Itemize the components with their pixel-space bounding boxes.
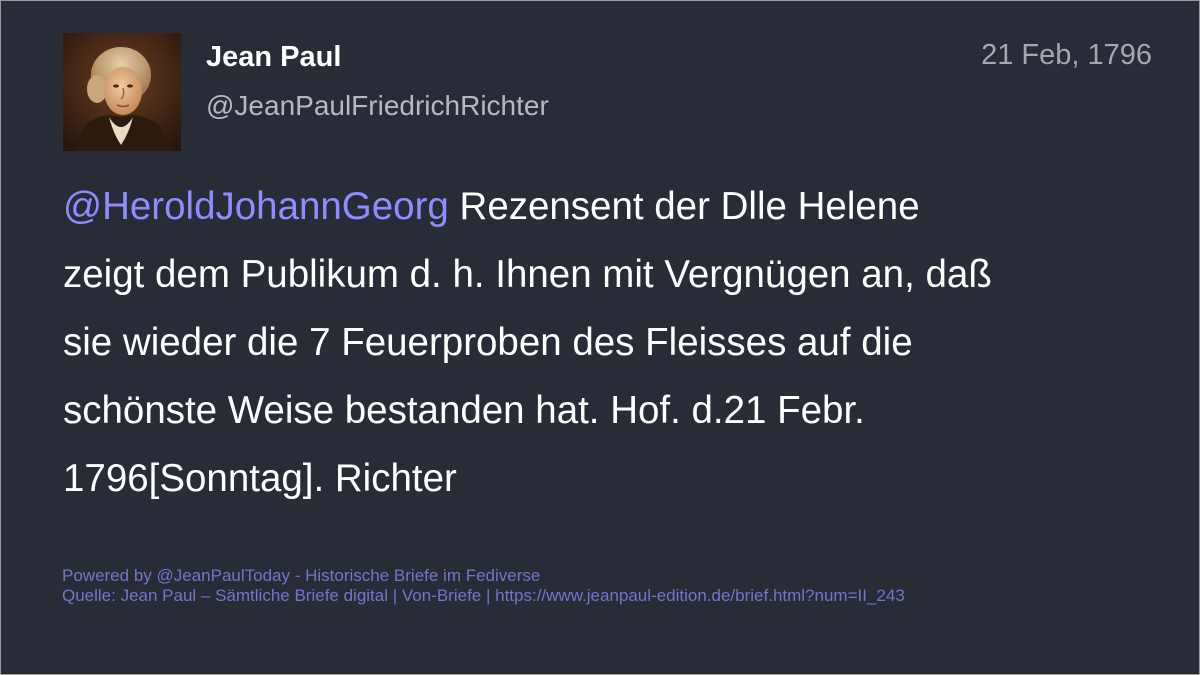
post-text-line-1: @HeroldJohannGeorg Rezensent der Dlle He… [63, 173, 1153, 241]
display-name[interactable]: Jean Paul [206, 41, 341, 74]
post-text-line-2: zeigt dem Publikum d. h. Ihnen mit Vergn… [63, 253, 992, 296]
post-text-line-3: sie wieder die 7 Feuerproben des Fleisse… [63, 321, 913, 364]
post-text-segment: Rezensent der Dlle Helene [448, 185, 920, 228]
avatar[interactable] [63, 33, 181, 151]
mention-link[interactable]: @HeroldJohannGeorg [63, 185, 449, 228]
portrait-image [63, 33, 181, 151]
powered-by-text: Powered by @JeanPaulToday - Historische … [62, 566, 541, 585]
footer: Powered by @JeanPaulToday - Historische … [62, 566, 905, 606]
post-date: 21 Feb, 1796 [981, 39, 1152, 71]
post-text-line-5: 1796[Sonntag]. Richter [63, 457, 457, 500]
account-handle[interactable]: @JeanPaulFriedrichRichter [206, 90, 549, 122]
post-card: Jean Paul @JeanPaulFriedrichRichter 21 F… [0, 0, 1200, 675]
source-text: Quelle: Jean Paul – Sämtliche Briefe dig… [62, 586, 905, 605]
post-text-line-4: schönste Weise bestanden hat. Hof. d.21 … [63, 389, 865, 432]
post-body: @HeroldJohannGeorg Rezensent der Dlle He… [63, 173, 1153, 513]
